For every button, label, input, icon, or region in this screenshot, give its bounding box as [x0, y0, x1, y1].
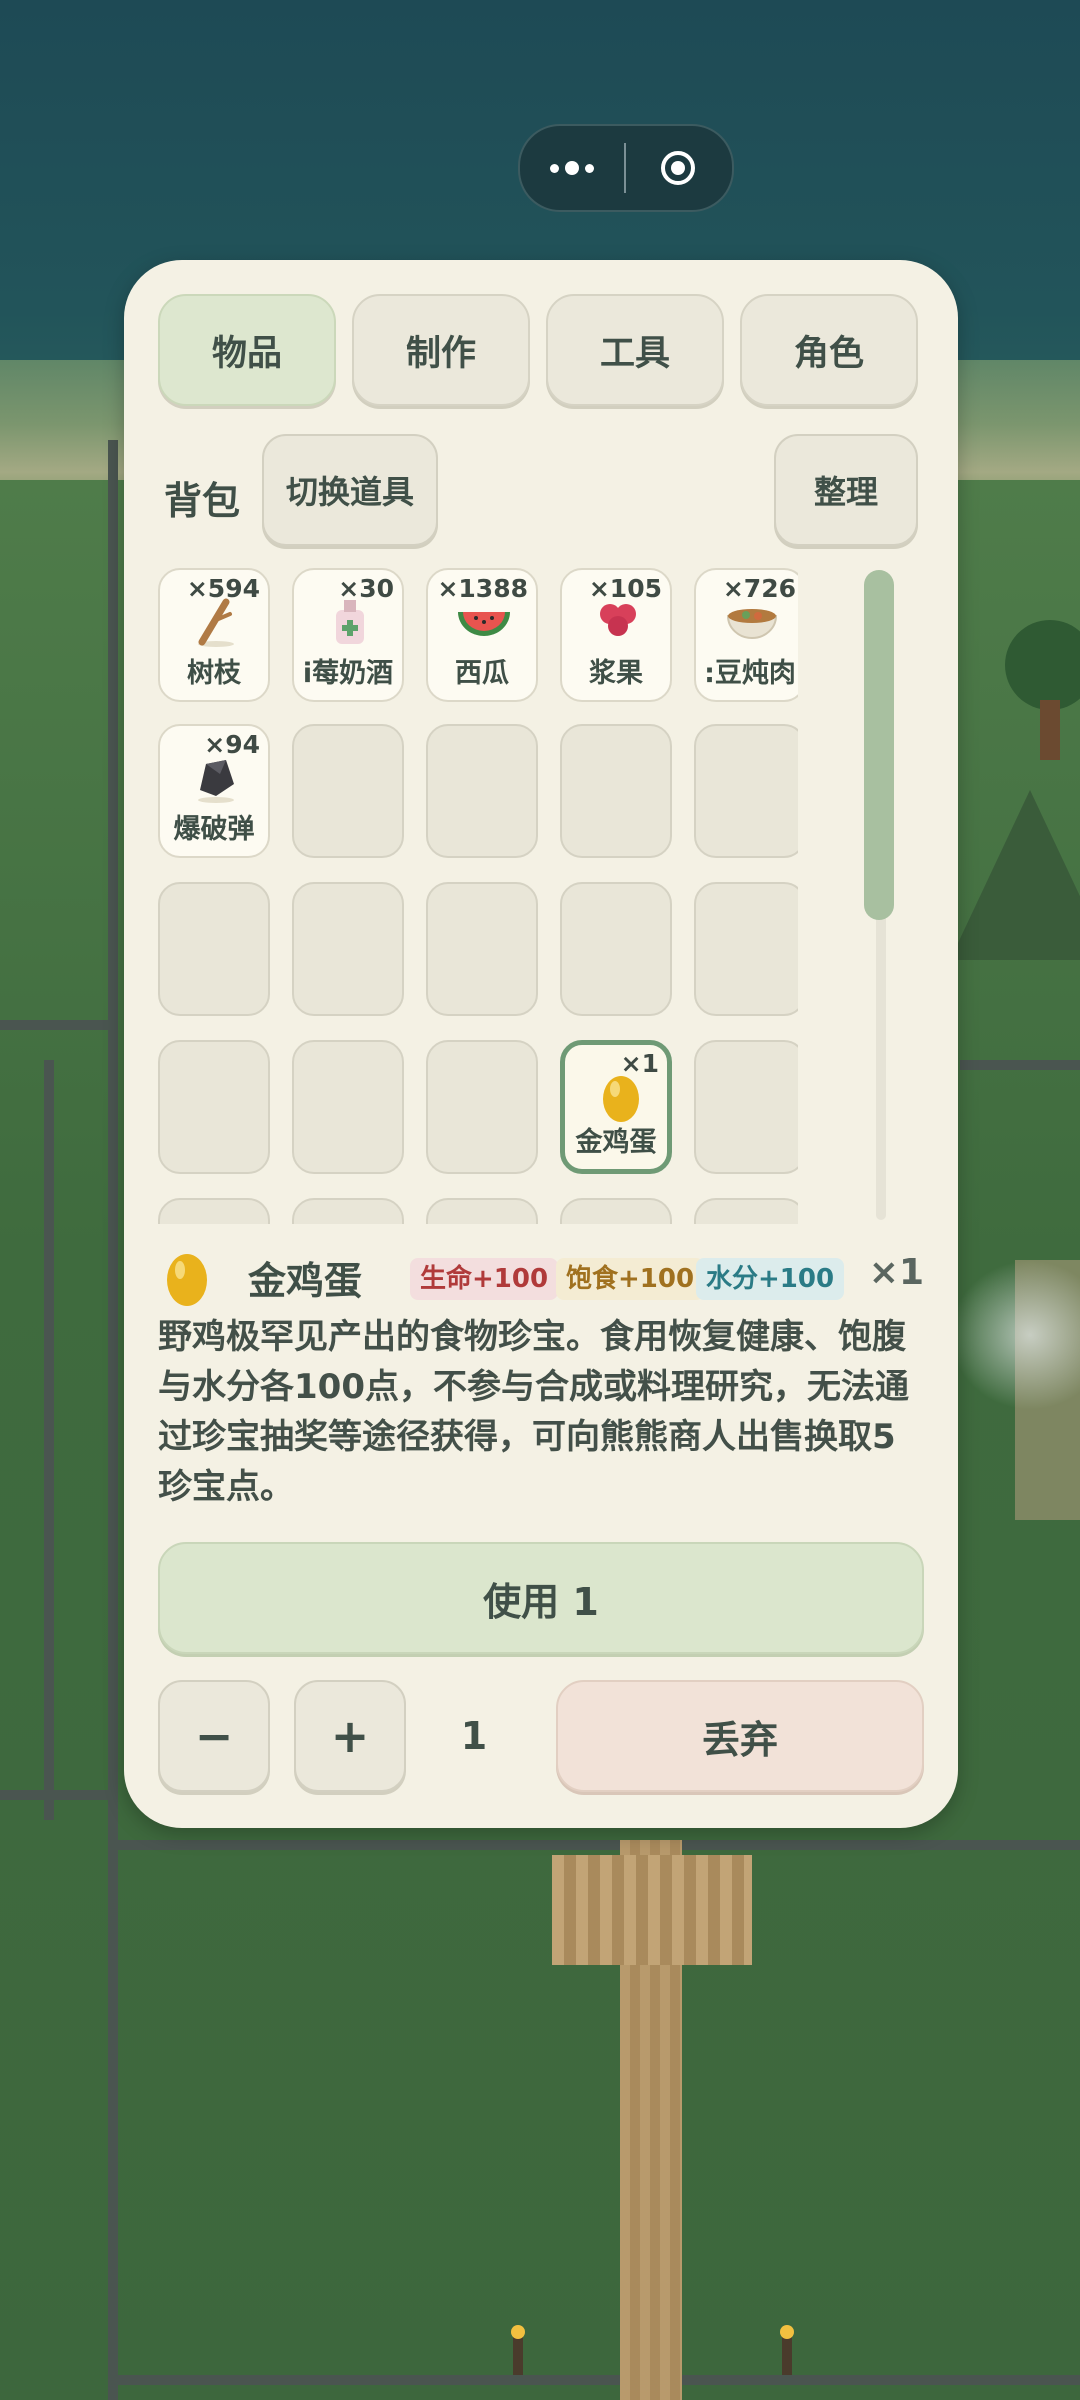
fence [108, 440, 118, 2400]
amount-value: 1 [460, 1714, 488, 1758]
item-count: ×105 [588, 574, 662, 603]
inventory-panel: 物品 制作 工具 角色 背包 切换道具 整理 ×594 树枝 ×30 i莓奶酒 [124, 260, 958, 1828]
more-options-button[interactable] [520, 161, 624, 175]
empty-slot[interactable] [292, 724, 404, 858]
inventory-slot[interactable]: ×1388 西瓜 [426, 568, 538, 702]
fence [0, 1790, 110, 1800]
item-detail-name: 金鸡蛋 [248, 1259, 363, 1303]
empty-slot[interactable] [426, 1040, 538, 1174]
increase-button[interactable]: + [294, 1680, 406, 1792]
scrollbar-thumb[interactable] [864, 570, 894, 920]
empty-slot[interactable] [292, 882, 404, 1016]
tree-trunk [1040, 700, 1060, 760]
switch-tool-button[interactable]: 切换道具 [262, 434, 438, 546]
item-count: ×1388 [437, 574, 528, 603]
sort-button[interactable]: 整理 [774, 434, 918, 546]
empty-slot[interactable] [426, 882, 538, 1016]
smoke [950, 1260, 1080, 1410]
empty-slot[interactable] [560, 882, 672, 1016]
tab-bar: 物品 制作 工具 角色 [158, 294, 918, 406]
item-count: ×726 [722, 574, 796, 603]
more-dot-icon [585, 163, 594, 173]
tab-character[interactable]: 角色 [740, 294, 918, 406]
tent [950, 790, 1080, 960]
use-button[interactable]: 使用 1 [158, 1542, 924, 1654]
inventory-slot[interactable]: ×594 树枝 [158, 568, 270, 702]
decrease-button[interactable]: − [158, 1680, 270, 1792]
discard-button[interactable]: 丢弃 [556, 1680, 924, 1792]
empty-slot[interactable] [292, 1040, 404, 1174]
inventory-slot[interactable]: ×105 浆果 [560, 568, 672, 702]
empty-slot[interactable] [158, 882, 270, 1016]
item-name: 浆果 [589, 658, 643, 689]
bag-title: 背包 [164, 479, 241, 523]
inventory-grid: ×594 树枝 ×30 i莓奶酒 ×1388 西瓜 ×105 浆果 ×726:… [158, 568, 798, 1224]
torch [780, 2325, 794, 2375]
empty-slot[interactable] [560, 724, 672, 858]
item-name: i莓奶酒 [302, 658, 394, 689]
hydration-badge: 水分+100 [696, 1258, 845, 1300]
item-name: 树枝 [187, 658, 241, 689]
empty-slot[interactable] [694, 882, 798, 1016]
empty-slot[interactable] [694, 724, 798, 858]
tab-tools[interactable]: 工具 [546, 294, 724, 406]
fence [110, 2375, 1080, 2385]
empty-slot[interactable] [426, 724, 538, 858]
item-name: 金鸡蛋 [575, 1127, 657, 1158]
tab-crafting[interactable]: 制作 [352, 294, 530, 406]
inventory-slot[interactable]: ×94 爆破弹 [158, 724, 270, 858]
mini-program-capsule [518, 124, 734, 212]
item-count: ×94 [204, 730, 260, 759]
item-name: 西瓜 [455, 658, 509, 689]
tab-items[interactable]: 物品 [158, 294, 336, 406]
fence [44, 1060, 54, 1820]
empty-slot[interactable] [694, 1040, 798, 1174]
health-badge: 生命+100 [410, 1258, 559, 1300]
item-detail-quantity: ×1 [868, 1252, 924, 1293]
more-dot-icon [565, 161, 579, 175]
item-count: ×594 [186, 574, 260, 603]
item-count: ×30 [338, 574, 394, 603]
fence [110, 1840, 1080, 1850]
wooden-bridge [552, 1855, 752, 1965]
close-mini-program-button[interactable] [626, 151, 730, 185]
inventory-slot-selected[interactable]: ×1 金鸡蛋 [560, 1040, 672, 1174]
golden-egg-icon [167, 1254, 207, 1306]
empty-slot[interactable] [158, 1040, 270, 1174]
inventory-slot[interactable]: ×726 :豆炖肉 [694, 568, 798, 702]
item-count: ×1 [620, 1049, 659, 1078]
item-name: 爆破弹 [173, 814, 255, 845]
fence [960, 1060, 1080, 1070]
item-description: 野鸡极罕见产出的食物珍宝。食用恢复健康、饱腹与水分各100点，不参与合成或料理研… [158, 1317, 909, 1507]
more-dot-icon [550, 163, 559, 173]
satiety-badge: 饱食+100 [556, 1258, 705, 1300]
target-icon [661, 151, 695, 185]
item-name: :豆炖肉 [704, 658, 796, 689]
inventory-slot[interactable]: ×30 i莓奶酒 [292, 568, 404, 702]
torch [511, 2325, 525, 2375]
fence [0, 1020, 110, 1030]
